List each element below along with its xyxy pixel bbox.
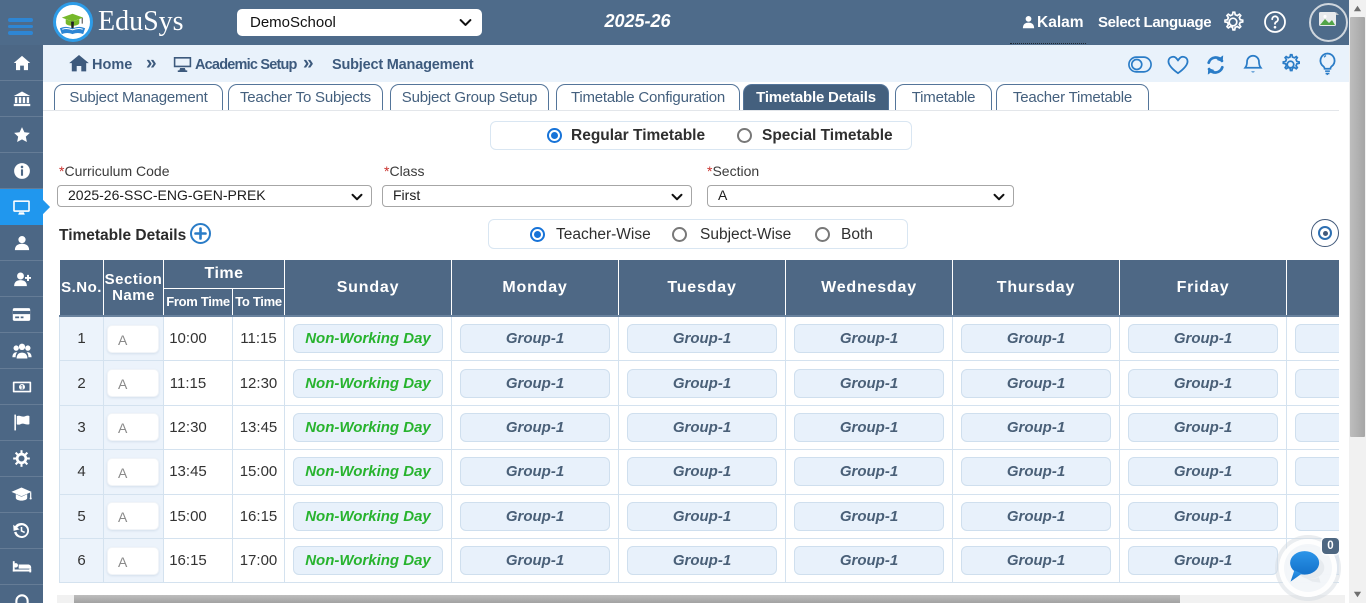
svg-text:1: 1 (20, 384, 24, 391)
